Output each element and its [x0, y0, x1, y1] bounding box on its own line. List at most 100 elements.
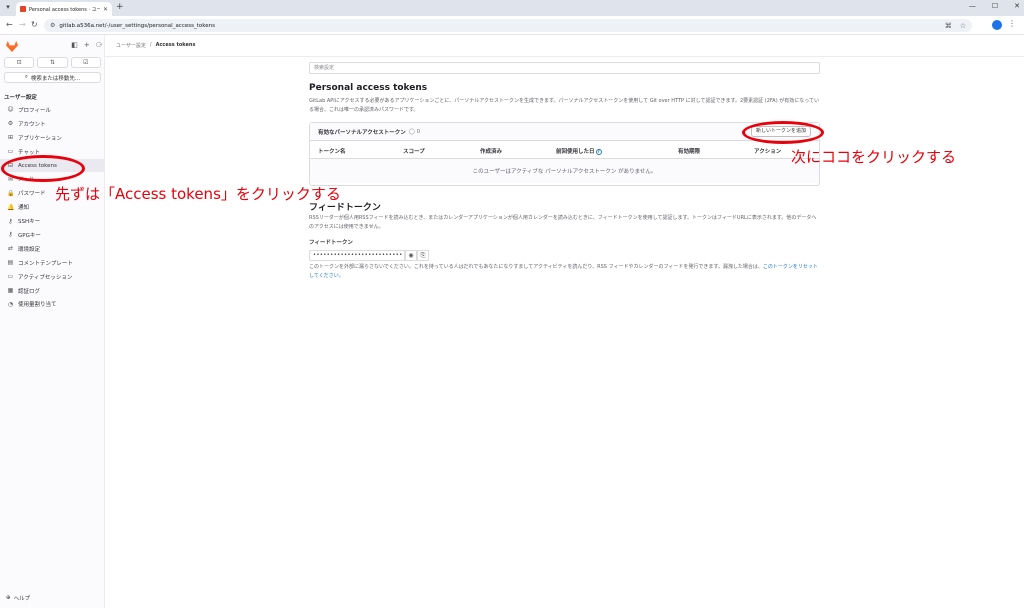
help-button[interactable]: ⊕ ヘルプ [6, 594, 30, 602]
sidebar-item-label: 認証ログ [18, 288, 41, 295]
sidebar-item-label: パスワード [18, 191, 46, 198]
token-count-icon: ◯ [408, 128, 415, 135]
issues-button[interactable]: ⊡ [4, 57, 35, 68]
token-count-badge: ◯ 0 [409, 129, 420, 135]
monitor-icon: ▭ [7, 273, 14, 281]
merge-requests-button[interactable]: ⇅ [37, 57, 68, 68]
empty-tokens-message: このユーザーはアクティブな パーソナルアクセストークン がありません。 [310, 159, 819, 183]
sidebar-item-gpg-key[interactable]: ⚷ GPGキー [0, 228, 104, 242]
search-icon: ⌕ [24, 74, 28, 80]
sidebar-item-key[interactable]: ⚷ SSHキー [0, 214, 104, 228]
translate-icon[interactable]: ⌘ [945, 22, 952, 30]
tokens-table-header: トークン名 スコープ 作成済み 前回使用した日? 有効期限 アクション [310, 141, 819, 159]
tab-close-icon[interactable]: ✕ [103, 6, 108, 13]
sidebar-quick-buttons: ⊡ ⇅ ☑ [4, 57, 101, 68]
bookmark-star-icon[interactable]: ☆ [960, 22, 966, 30]
column-header-created: 作成済み [480, 149, 503, 155]
window-controls: — ☐ ✕ [969, 2, 1020, 10]
highlight-oval-access-tokens [1, 155, 85, 182]
profile-avatar-icon[interactable] [992, 20, 1002, 30]
account-icon: ⚙ [7, 120, 14, 128]
reload-icon[interactable]: ↻ [31, 20, 38, 29]
feed-token-field[interactable]: •••••••••••••••••••••••••• [309, 250, 405, 261]
column-header-expires: 有効期限 [678, 149, 701, 155]
tab-title: Personal access tokens · ユーザー設定 [29, 6, 100, 13]
sidebar-item-label: GPGキー [18, 232, 41, 239]
sidebar-item-label: アプリケーション [18, 135, 62, 142]
question-circle-icon[interactable]: ? [595, 149, 602, 155]
gitlab-favicon-icon [20, 6, 26, 12]
pat-section-title: Personal access tokens [309, 83, 428, 93]
sidebar-item-label: SSHキー [18, 219, 41, 226]
help-icon: ⊕ [6, 595, 11, 601]
lock-icon: 🔒 [7, 189, 15, 197]
breadcrumb: ユーザー設定 / Access tokens [116, 42, 195, 49]
annotation-second-step: 次にココをクリックする [791, 148, 957, 166]
sidebar-item-comment[interactable]: ▤ コメントテンプレート [0, 256, 104, 270]
breadcrumb-parent[interactable]: ユーザー設定 [116, 42, 146, 49]
sidebar-section-title: ユーザー設定 [4, 95, 37, 101]
address-bar-row: ← → ↻ ⚙ gitlab.a536a.net/-/user_settings… [0, 16, 1024, 35]
url-text[interactable]: gitlab.a536a.net/-/user_settings/persona… [59, 23, 940, 29]
sidebar-item-profile[interactable]: ☺ プロフィール [0, 103, 104, 117]
gpg-key-icon: ⚷ [8, 231, 13, 239]
sidebar-header: ◧ + ⚆ [4, 39, 104, 53]
feed-token-label: フィードトークン [309, 240, 353, 246]
comment-icon: ▤ [7, 259, 14, 267]
sidebar-item-label: プロフィール [18, 107, 51, 114]
user-avatar-icon[interactable]: ⚆ [96, 41, 102, 49]
card-title: 有効なパーソナルアクセストークン [318, 129, 406, 136]
sidebar-item-label: コメントテンプレート [18, 260, 73, 267]
last-used-label: 前回使用した日 [556, 149, 595, 155]
sidebar: ◧ + ⚆ ⊡ ⇅ ☑ ⌕ 検索または移動先... ユーザー設定 ☺ プロフィール… [0, 35, 105, 608]
new-tab-button[interactable]: + [116, 2, 124, 12]
minimize-button[interactable]: — [969, 2, 976, 10]
log-icon: ▦ [7, 287, 14, 295]
sidebar-item-label: 通知 [18, 205, 30, 212]
collapse-sidebar-icon[interactable]: ◧ [71, 41, 78, 49]
pat-section-description: GitLab APIにアクセスする必要があるアプリケーションごとに、パーソナルア… [309, 98, 820, 113]
chat-icon: ▭ [7, 148, 14, 156]
help-label: ヘルプ [13, 596, 31, 602]
create-new-icon[interactable]: + [84, 41, 90, 49]
profile-icon: ☺ [7, 106, 14, 114]
todo-button[interactable]: ☑ [70, 57, 101, 68]
browser-menu-icon[interactable]: ⋮ [1008, 19, 1016, 28]
breadcrumb-divider [105, 56, 1024, 57]
back-arrow-icon[interactable]: ← [6, 20, 13, 29]
sidebar-item-account[interactable]: ⚙ アカウント [0, 117, 104, 131]
feed-token-warning: このトークンを外部に漏らさないでください。これを持っている人はだれでもあなたにな… [309, 263, 821, 280]
browser-tab[interactable]: Personal access tokens · ユーザー設定 ✕ [16, 2, 112, 16]
sidebar-item-label: 使用量割り当て [18, 302, 57, 309]
sidebar-item-label: 環境設定 [18, 246, 41, 253]
annotation-first-step: 先ずは「Access tokens」をクリックする [55, 185, 341, 203]
sidebar-item-log[interactable]: ▦ 認証ログ [0, 284, 104, 298]
sidebar-nav-list: ☺ プロフィール ⚙ アカウント ⊞ アプリケーション ▭ チャット ⊟ Access token… [0, 103, 104, 311]
copy-token-icon[interactable]: ⎘ [417, 250, 429, 261]
settings-search-input[interactable]: 検索設定 [309, 62, 820, 74]
sidebar-search-button[interactable]: ⌕ 検索または移動先... [4, 72, 101, 83]
close-window-button[interactable]: ✕ [1014, 2, 1020, 10]
tab-list-icon[interactable]: ▾ [3, 3, 13, 13]
gitlab-logo-icon[interactable] [6, 41, 18, 52]
breadcrumb-current[interactable]: Access tokens [156, 42, 196, 49]
column-header-last-used: 前回使用した日? [556, 147, 602, 155]
key-icon: ⚷ [8, 217, 13, 225]
url-bar[interactable]: ⚙ gitlab.a536a.net/-/user_settings/perso… [44, 19, 972, 32]
feed-token-description: RSSリーダーが個人用RSSフィードを読み込むとき、またはカレンダーアプリケーシ… [309, 215, 817, 230]
site-info-icon[interactable]: ⚙ [50, 22, 55, 29]
highlight-oval-add-token [742, 121, 824, 144]
column-header-actions: アクション [754, 149, 782, 155]
breadcrumb-separator: / [149, 42, 152, 48]
bell-icon: 🔔 [7, 203, 15, 211]
maximize-button[interactable]: ☐ [992, 2, 998, 10]
sidebar-item-preferences[interactable]: ⇄ 環境設定 [0, 242, 104, 256]
sidebar-item-label: アクティブセッション [18, 274, 73, 281]
show-token-eye-icon[interactable]: ◉ [405, 250, 417, 261]
browser-tab-bar: ▾ Personal access tokens · ユーザー設定 ✕ + — … [0, 0, 1024, 16]
sidebar-item-usage[interactable]: ◔ 使用量割り当て [0, 297, 104, 311]
sidebar-item-applications[interactable]: ⊞ アプリケーション [0, 131, 104, 145]
forward-arrow-icon[interactable]: → [19, 20, 26, 29]
token-count: 0 [416, 128, 421, 135]
sidebar-item-monitor[interactable]: ▭ アクティブセッション [0, 270, 104, 284]
